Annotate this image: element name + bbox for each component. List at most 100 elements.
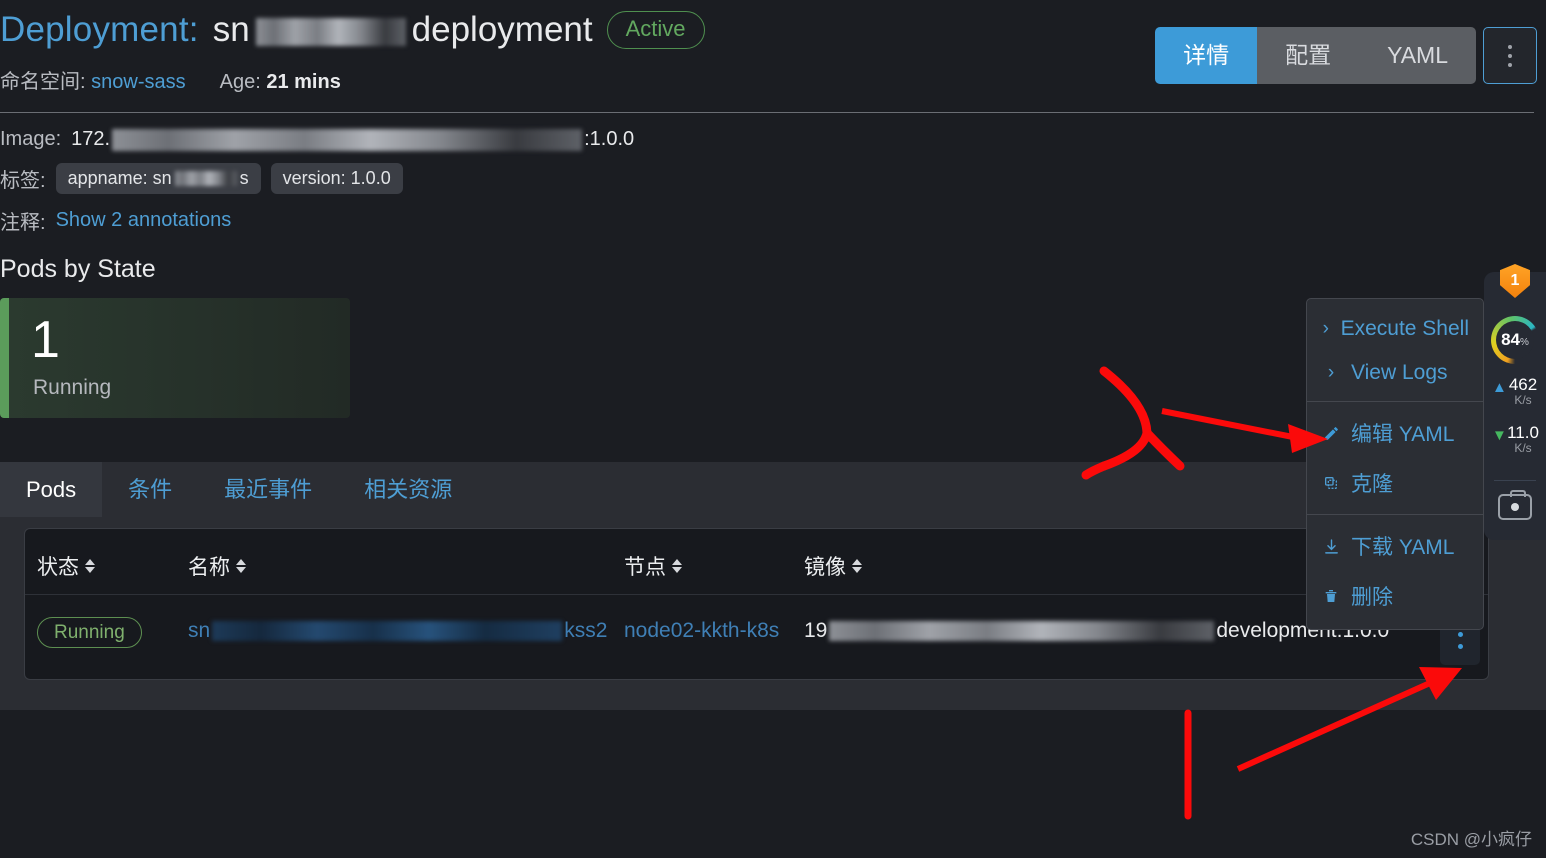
label-chip-appname[interactable]: appname: sn s bbox=[55, 163, 261, 194]
menu-item-execute-shell[interactable]: › Execute Shell bbox=[1307, 307, 1483, 351]
vertical-dots-icon bbox=[1508, 53, 1512, 58]
pod-status-badge: Running bbox=[37, 617, 142, 648]
label-chip-appname-prefix: appname: sn bbox=[67, 168, 172, 188]
vertical-dots-icon bbox=[1508, 44, 1512, 49]
floating-monitor-widget[interactable]: 1 84% ▲ 462 K/s ▼ 11.0 K/s bbox=[1484, 264, 1546, 540]
menu-item-download-yaml[interactable]: 下载 YAML bbox=[1307, 521, 1483, 571]
watermark: CSDN @小疯仔 bbox=[1410, 830, 1532, 849]
image-value-suffix: :1.0.0 bbox=[584, 128, 635, 150]
page-title: Deployment: sn deployment Active bbox=[0, 10, 705, 50]
page-header: Deployment: sn deployment Active 命名空间: sn… bbox=[0, 0, 1546, 113]
arrow-down-icon: ▼ bbox=[1492, 427, 1507, 444]
image-value: 172. :1.0.0 bbox=[71, 128, 634, 151]
menu-item-edit-yaml[interactable]: 编辑 YAML bbox=[1307, 408, 1483, 458]
labels-label: 标签: bbox=[0, 170, 46, 192]
sort-icon[interactable] bbox=[672, 559, 682, 573]
pod-image-prefix: 19 bbox=[804, 619, 828, 642]
table-header-row: 状态 名称 节点 镜像 bbox=[25, 529, 1488, 595]
row-context-menu: › Execute Shell › View Logs 编辑 YAML 克隆 下… bbox=[1306, 298, 1484, 630]
download-icon bbox=[1321, 538, 1341, 555]
redacted-name-block bbox=[255, 17, 406, 46]
annotations-label: 注释: bbox=[0, 212, 46, 234]
image-row: Image: 172.:1.0.0 bbox=[0, 128, 634, 151]
annotation-bracket-scribble bbox=[1081, 366, 1185, 480]
column-header-name[interactable]: 名称 bbox=[188, 551, 246, 581]
gauge-unit: % bbox=[1520, 337, 1529, 348]
shield-badge-icon[interactable]: 1 bbox=[1500, 264, 1530, 298]
menu-item-view-logs-label: View Logs bbox=[1351, 361, 1448, 384]
pod-state-card-running[interactable]: 1 Running bbox=[0, 298, 350, 418]
column-header-name-label: 名称 bbox=[188, 556, 230, 579]
age-label: Age: bbox=[219, 71, 261, 93]
widget-divider bbox=[1494, 480, 1536, 481]
annotation-arrow-to-edit-yaml bbox=[1161, 408, 1328, 453]
pods-table: 状态 名称 节点 镜像 Running sn kss2 node02-kkth-k… bbox=[24, 528, 1489, 680]
app-root: Deployment: sn deployment Active 命名空间: sn… bbox=[0, 0, 1546, 858]
sub-tab-related-resources[interactable]: 相关资源 bbox=[338, 462, 478, 517]
trash-icon bbox=[1321, 588, 1341, 604]
camera-icon[interactable] bbox=[1498, 490, 1532, 520]
arrow-up-icon: ▲ bbox=[1492, 379, 1507, 396]
chevron-right-icon: › bbox=[1327, 362, 1335, 383]
column-header-image[interactable]: 镜像 bbox=[804, 551, 862, 581]
namespace-group: 命名空间: snow-sass bbox=[0, 65, 186, 94]
download-speed: ▼ 11.0 K/s bbox=[1488, 424, 1546, 455]
vertical-dots-icon bbox=[1457, 643, 1463, 649]
resource-name-suffix: deployment bbox=[411, 10, 593, 49]
shield-badge-count: 1 bbox=[1510, 272, 1520, 289]
upload-speed: ▲ 462 K/s bbox=[1488, 376, 1546, 407]
image-value-prefix: 172. bbox=[71, 128, 111, 150]
label-chip-version[interactable]: version: 1.0.0 bbox=[270, 163, 403, 194]
tab-config[interactable]: 配置 bbox=[1257, 27, 1360, 84]
namespace-link[interactable]: snow-sass bbox=[91, 71, 185, 93]
sort-icon[interactable] bbox=[236, 559, 246, 573]
tab-details[interactable]: 详情 bbox=[1155, 27, 1258, 84]
pod-image-value: 19 development:1.0.0 bbox=[804, 619, 1389, 643]
column-header-node[interactable]: 节点 bbox=[624, 551, 682, 581]
gauge-value: 84% bbox=[1501, 330, 1529, 350]
menu-divider bbox=[1307, 514, 1483, 515]
menu-item-delete-label: 删除 bbox=[1351, 586, 1393, 609]
top-tab-group: 详情 配置 YAML bbox=[1155, 27, 1476, 84]
menu-item-download-yaml-label: 下载 YAML bbox=[1351, 536, 1455, 559]
status-badge: Active bbox=[606, 11, 705, 49]
chevron-right-icon: › bbox=[1322, 318, 1329, 339]
sub-tab-conditions[interactable]: 条件 bbox=[102, 462, 198, 517]
annotations-row: 注释: Show 2 annotations bbox=[0, 206, 634, 235]
vertical-dots-icon bbox=[1508, 62, 1512, 67]
sub-tab-group: Pods 条件 最近事件 相关资源 bbox=[0, 462, 478, 517]
table-row[interactable]: Running sn kss2 node02-kkth-k8s 19 develop… bbox=[25, 595, 1488, 679]
show-annotations-link[interactable]: Show 2 annotations bbox=[56, 209, 232, 232]
pod-name-prefix: sn bbox=[188, 619, 211, 642]
header-kebab-menu-button[interactable] bbox=[1483, 27, 1537, 84]
vertical-dots-icon bbox=[1457, 631, 1463, 637]
header-subinfo: 命名空间: snow-sass Age: 21 mins bbox=[0, 65, 341, 94]
pod-name-link[interactable]: sn kss2 bbox=[188, 619, 607, 643]
age-value: 21 mins bbox=[266, 71, 341, 93]
menu-item-clone[interactable]: 克隆 bbox=[1307, 458, 1483, 508]
header-divider bbox=[0, 112, 1534, 113]
pod-state-label: Running bbox=[33, 376, 112, 399]
resource-name: sn deployment bbox=[213, 10, 593, 50]
pencil-icon bbox=[1321, 425, 1341, 442]
redacted-image-block bbox=[112, 128, 583, 151]
sub-tab-pods[interactable]: Pods bbox=[0, 462, 103, 517]
label-chip-appname-suffix: s bbox=[239, 168, 249, 188]
menu-item-view-logs[interactable]: › View Logs bbox=[1307, 351, 1483, 395]
sub-tab-recent-events[interactable]: 最近事件 bbox=[198, 462, 338, 517]
redacted-pod-image-block bbox=[829, 621, 1215, 642]
namespace-label: 命名空间: bbox=[0, 71, 86, 93]
column-header-image-label: 镜像 bbox=[804, 556, 846, 579]
cpu-usage-gauge: 84% bbox=[1491, 316, 1539, 364]
sort-icon[interactable] bbox=[852, 559, 862, 573]
sort-icon[interactable] bbox=[85, 559, 95, 573]
menu-item-execute-shell-label: Execute Shell bbox=[1340, 317, 1469, 340]
resource-name-prefix: sn bbox=[212, 10, 250, 49]
menu-item-delete[interactable]: 删除 bbox=[1307, 571, 1483, 621]
pod-node-link[interactable]: node02-kkth-k8s bbox=[624, 619, 779, 643]
labels-row: 标签: appname: sn s version: 1.0.0 bbox=[0, 163, 634, 194]
column-header-status[interactable]: 状态 bbox=[37, 551, 95, 581]
tab-yaml[interactable]: YAML bbox=[1359, 27, 1476, 84]
pod-state-count: 1 bbox=[31, 311, 60, 369]
redacted-pod-name-block bbox=[212, 621, 563, 642]
